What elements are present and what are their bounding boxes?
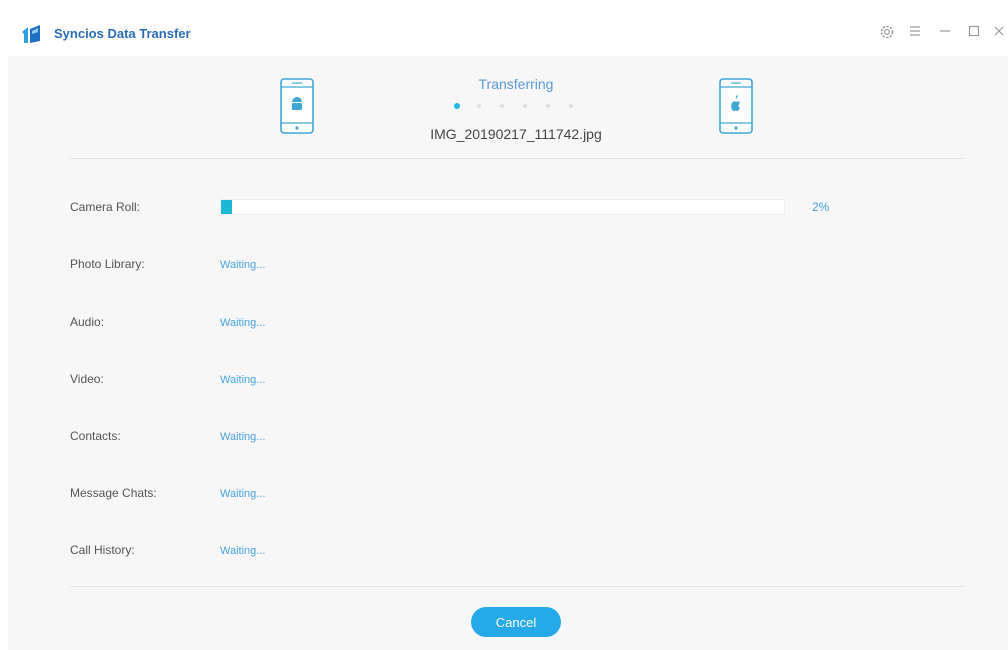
maximize-icon[interactable] <box>965 24 983 42</box>
row-label-contacts: Contacts: <box>70 429 121 443</box>
row-label-camera-roll: Camera Roll: <box>70 200 141 214</box>
gear-icon[interactable] <box>878 24 896 42</box>
camera-roll-progress-bar <box>220 199 785 215</box>
row-label-video: Video: <box>70 372 104 386</box>
current-file-name: IMG_20190217_111742.jpg <box>430 126 602 142</box>
progress-dot <box>454 103 460 109</box>
progress-dot <box>523 104 527 108</box>
iphone-icon <box>719 78 753 134</box>
camera-roll-progress-fill <box>221 200 232 214</box>
status-call-history: Waiting... <box>220 545 266 557</box>
minimize-icon[interactable] <box>936 24 954 42</box>
status-contacts: Waiting... <box>220 431 266 443</box>
menu-icon[interactable] <box>906 24 924 42</box>
progress-dot <box>477 104 481 108</box>
status-audio: Waiting... <box>220 317 266 329</box>
row-label-message-chats: Message Chats: <box>70 486 157 500</box>
transfer-status: Transferring <box>478 76 554 92</box>
divider-top <box>70 158 964 159</box>
close-icon[interactable] <box>990 24 1008 42</box>
progress-dot <box>500 104 504 108</box>
row-label-audio: Audio: <box>70 315 105 329</box>
row-label-call-history: Call History: <box>70 543 135 557</box>
camera-roll-percent: 2% <box>812 200 830 214</box>
title-bar: Syncios Data Transfer <box>8 10 1008 56</box>
status-photo-library: Waiting... <box>220 259 266 271</box>
android-phone-icon <box>280 78 314 134</box>
syncios-logo-icon <box>22 25 40 43</box>
row-label-photo-library: Photo Library: <box>70 257 145 271</box>
progress-dot <box>546 104 550 108</box>
app-window: Syncios Data Transfer Transferring IMG_2… <box>8 10 1008 650</box>
status-video: Waiting... <box>220 374 266 386</box>
divider-bottom <box>70 586 964 587</box>
app-title: Syncios Data Transfer <box>54 26 191 41</box>
progress-dot <box>569 104 573 108</box>
status-message-chats: Waiting... <box>220 488 266 500</box>
cancel-button[interactable]: Cancel <box>471 607 561 637</box>
